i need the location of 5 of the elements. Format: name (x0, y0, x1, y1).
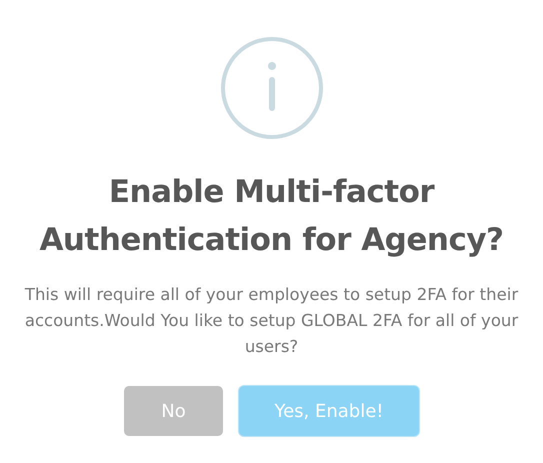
confirm-button[interactable]: Yes, Enable! (239, 386, 419, 436)
info-icon (220, 36, 324, 140)
dialog-message: This will require all of your employees to setup 2FA for their accounts.Would You like to setup GLOBAL 2FA for all of your users? (24, 284, 520, 358)
cancel-button[interactable]: No (124, 386, 223, 436)
dialog-title: Enable Multi-factor Authentication for Agency? (38, 173, 505, 260)
